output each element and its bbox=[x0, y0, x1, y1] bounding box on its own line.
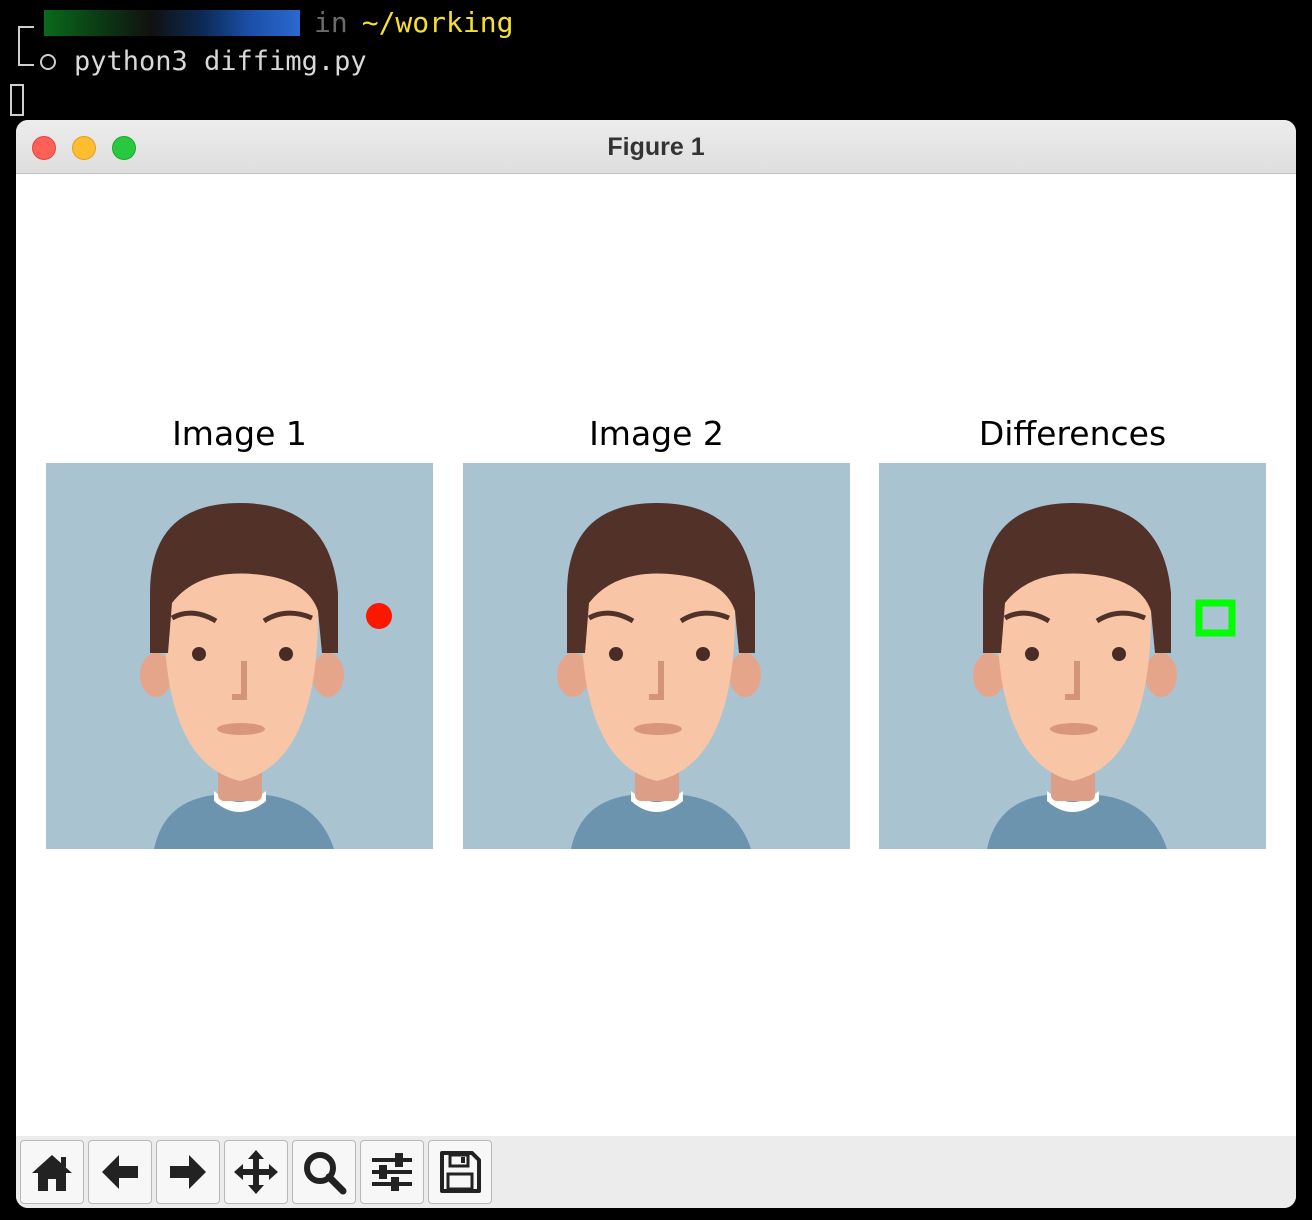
title-bar[interactable]: Figure 1 bbox=[16, 120, 1296, 174]
subplot-title: Image 1 bbox=[172, 414, 307, 453]
subplot-title: Differences bbox=[978, 414, 1167, 453]
image-1-axes bbox=[46, 463, 433, 849]
portrait-image bbox=[46, 463, 433, 849]
prompt-line: in ~/working bbox=[16, 6, 513, 40]
image-2-axes bbox=[463, 463, 850, 849]
zoom-button[interactable] bbox=[292, 1140, 356, 1204]
home-icon bbox=[32, 1155, 72, 1191]
differences-axes bbox=[879, 463, 1266, 849]
save-button[interactable] bbox=[428, 1140, 492, 1204]
pan-move-icon bbox=[234, 1150, 278, 1194]
terminal: in ~/working python3 diffimg.py bbox=[0, 0, 1312, 120]
prompt-ring-icon bbox=[40, 54, 56, 70]
terminal-cursor bbox=[10, 84, 24, 116]
figure-window: Figure 1 Image 1 Image 2 Differences bbox=[16, 120, 1296, 1208]
subplot-title: Image 2 bbox=[589, 414, 724, 453]
command-text: python3 diffimg.py bbox=[74, 46, 367, 77]
back-button[interactable] bbox=[88, 1140, 152, 1204]
forward-button[interactable] bbox=[156, 1140, 220, 1204]
forward-arrow-icon bbox=[170, 1155, 206, 1189]
save-disk-icon bbox=[440, 1151, 481, 1193]
home-button[interactable] bbox=[20, 1140, 84, 1204]
redacted-username bbox=[44, 10, 300, 36]
pan-button[interactable] bbox=[224, 1140, 288, 1204]
portrait-image bbox=[463, 463, 850, 849]
red-dot-marker bbox=[366, 603, 392, 629]
figure-canvas[interactable]: Image 1 Image 2 Differences bbox=[16, 174, 1296, 1136]
configure-subplots-button[interactable] bbox=[360, 1140, 424, 1204]
navigation-toolbar bbox=[16, 1136, 1296, 1208]
prompt-directory: ~/working bbox=[361, 6, 514, 39]
configure-subplots-icon bbox=[372, 1153, 412, 1191]
back-arrow-icon bbox=[102, 1155, 138, 1189]
zoom-magnifier-icon bbox=[304, 1152, 347, 1195]
prompt-in-word: in bbox=[314, 6, 348, 39]
prompt-bracket bbox=[18, 26, 34, 66]
portrait-image bbox=[879, 463, 1266, 849]
window-title: Figure 1 bbox=[607, 133, 705, 161]
